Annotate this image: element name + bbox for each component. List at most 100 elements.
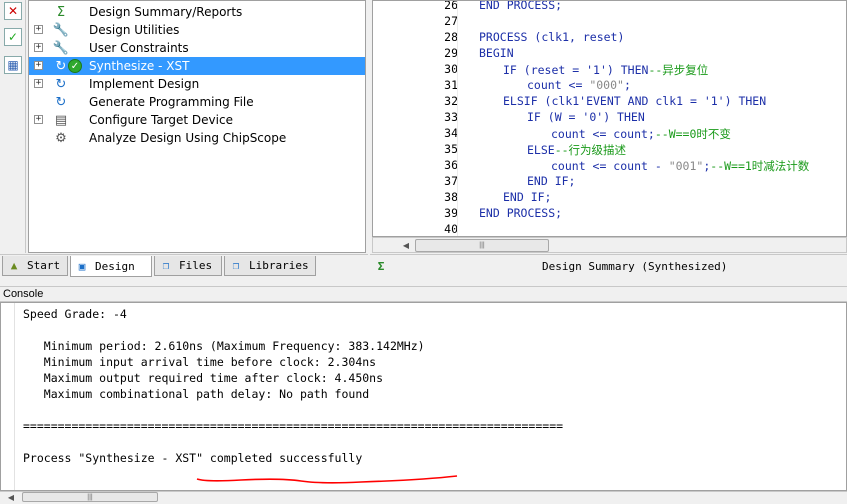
line-number: 34 [444,126,458,140]
code-token: '0' [582,110,604,124]
tab-start[interactable]: ▲ Start [2,256,68,276]
code-editor[interactable]: 26 27 28 29 30 31 32 33 34 35 36 37 38 39 40 END PROCE… [372,0,847,237]
console-horizontal-scrollbar[interactable]: ◀ ||| [0,491,847,503]
process-item[interactable]: + ▤ Configure Target Device [29,111,365,129]
expand-icon[interactable]: + [34,25,43,34]
expand-icon[interactable]: + [34,61,43,70]
console-scroll-thumb[interactable]: ||| [22,492,158,502]
code-token: clk1 = [648,94,704,108]
process-item[interactable]: ⚙ Analyze Design Using ChipScope [29,129,365,147]
line-number: 40 [444,222,458,236]
line-number: 37 [444,174,458,188]
tab-label: Start [27,259,61,272]
tab-libraries[interactable]: ❐ Libraries [224,256,316,276]
code-token: ; [623,78,631,92]
process-item-label: Analyze Design Using ChipScope [89,131,287,145]
code-token: IF [503,63,517,77]
design-icon: ▣ [78,259,86,273]
tab-label: Libraries [249,259,309,272]
code-line: PROCESS (clk1, reset) [479,30,624,44]
scroll-left-icon[interactable]: ◀ [399,239,413,252]
expand-icon[interactable]: + [34,43,43,52]
code-token: ) [606,63,621,77]
code-line: count <= count;--W==0时不变 [551,126,731,142]
process-item[interactable]: Σ Design Summary/Reports [29,3,365,21]
code-token: (clk1'EVENT [537,94,628,108]
code-line: BEGIN [479,46,514,60]
line-number: 33 [444,110,458,124]
code-token: count <= count; [551,127,655,141]
code-token: (clk1, reset) [527,30,625,44]
console-scroll-left-icon[interactable]: ◀ [4,491,18,504]
tab-design-summary[interactable]: Σ Design Summary (Synthesized) [370,256,845,276]
code-horizontal-scrollbar[interactable]: ◀ ||| [372,237,847,253]
expand-icon[interactable]: + [34,79,43,88]
line-number: 32 [444,94,458,108]
check-syntax-icon[interactable]: ✓ [4,28,22,46]
code-line: END IF; [527,174,575,188]
process-item[interactable]: + 🔧 User Constraints [29,39,365,57]
code-token: (W = [540,110,583,124]
editor-tab-bar: Σ Design Summary (Synthesized) [370,254,847,276]
line-number: 39 [444,206,458,220]
process-item-label: Implement Design [89,77,200,91]
code-token: END IF; [503,190,552,204]
code-token: ) [603,110,618,124]
process-item[interactable]: + ↻ ✓ Synthesize - XST [29,57,365,75]
line-number: 28 [444,30,458,44]
code-token: END PROCESS; [479,0,563,12]
tab-design[interactable]: ▣ Design [70,256,152,277]
line-number: 29 [444,46,458,60]
code-token: (reset = [516,63,587,77]
line-number: 27 [444,14,458,28]
code-token: AND [627,94,649,108]
process-item[interactable]: + ↻ Implement Design [29,75,365,93]
code-line: count <= "000"; [527,78,631,92]
expand-icon[interactable]: + [34,115,43,124]
tools-icon: 🔧 [52,40,70,56]
console-output[interactable]: Speed Grade: -4 Minimum period: 2.610ns … [0,302,847,491]
line-number: 36 [444,158,458,172]
code-line: count <= count - "001";--W==1时减法计数 [551,158,809,174]
code-token: ELSE [527,143,555,157]
code-line: END IF; [503,190,551,204]
process-item-label: User Constraints [89,41,189,55]
code-token: THEN [620,63,649,77]
tab-files[interactable]: ❐ Files [154,256,222,276]
code-scroll-thumb[interactable]: ||| [415,239,549,252]
code-token: THEN [617,110,645,124]
process-icon: ↻ [55,94,67,110]
code-token: END PROCESS; [479,206,563,220]
files-icon: ❐ [162,259,170,272]
code-token: BEGIN [479,46,514,60]
process-item-label: Design Summary/Reports [89,5,243,19]
code-token: --行为级描述 [554,143,627,157]
red-underline-annotation [196,475,458,484]
code-token: count <= count - [551,159,669,173]
process-item-label: Generate Programming File [89,95,254,109]
view-panel-icon[interactable]: ▦ [4,56,22,74]
code-token: --异步复位 [648,63,709,77]
chipscope-icon: ⚙ [55,130,67,146]
code-line: END PROCESS; [479,206,562,220]
code-token: "001" [668,159,704,173]
process-item[interactable]: ↻ Generate Programming File [29,93,365,111]
process-item-label: Synthesize - XST [89,59,190,73]
code-token: PROCESS [479,30,528,44]
code-token: --W==0时不变 [654,127,731,141]
remove-source-icon[interactable]: ✕ [4,2,22,20]
code-token: --W==1时减法计数 [710,159,810,173]
code-line: ELSIF (clk1'EVENT AND clk1 = '1') THEN [503,94,766,108]
process-icon: ↻ [55,76,67,92]
process-item[interactable]: + 🔧 Design Utilities [29,21,365,39]
sigma-icon: Σ [56,4,66,20]
start-icon: ▲ [10,259,18,272]
code-token: END IF; [527,174,576,188]
gutter-separator [457,1,458,236]
code-line: IF (reset = '1') THEN--异步复位 [503,62,708,78]
line-number: 30 [444,62,458,76]
process-icon: ↻ [55,58,67,74]
code-token: '1' [586,63,607,77]
code-token: THEN [738,94,767,108]
code-token: IF [527,110,541,124]
